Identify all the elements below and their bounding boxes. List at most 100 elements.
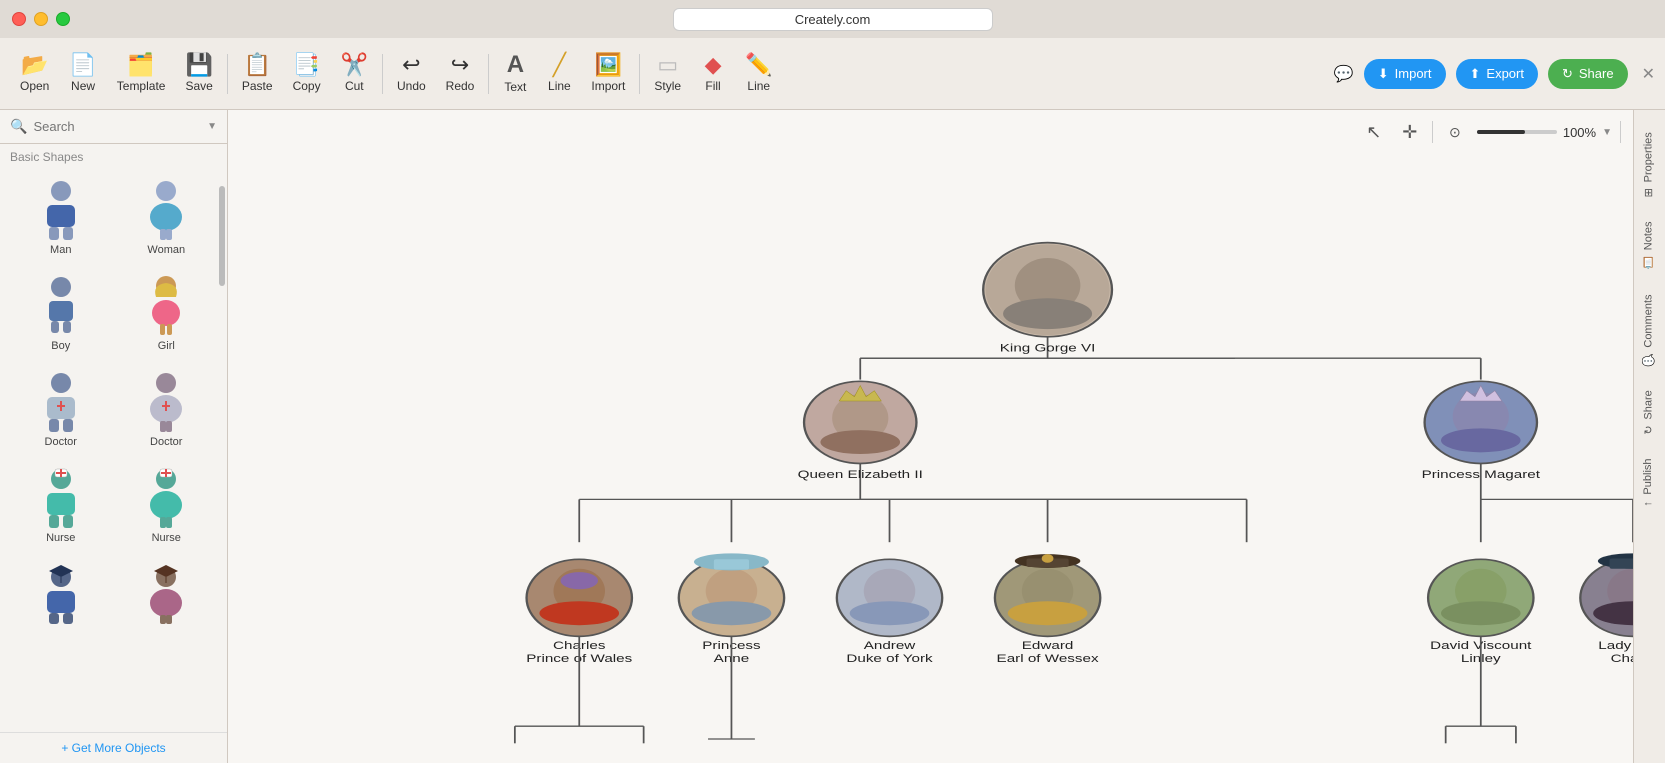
open-button[interactable]: 📂 Open <box>10 48 59 99</box>
url-bar[interactable]: Creately.com <box>673 8 993 31</box>
redo-icon: ↪ <box>451 54 469 76</box>
right-panel: ⊞ Properties 📋 Notes 💬 Comments ↻ Share … <box>1633 110 1665 763</box>
man-figure <box>31 180 91 240</box>
text-label: Text <box>504 80 526 94</box>
shape-item-man[interactable]: Man <box>10 172 112 264</box>
doctor-f-label: Doctor <box>150 436 182 448</box>
doctor-m-figure <box>31 372 91 432</box>
publish-label: Publish <box>1642 459 1654 495</box>
pan-tool[interactable]: ✛ <box>1396 118 1424 146</box>
shape-item-nurse-f[interactable]: Nurse <box>116 460 218 552</box>
cut-icon: ✂️ <box>341 54 368 76</box>
paste-button[interactable]: 📋 Paste <box>232 48 283 99</box>
canvas-area[interactable]: ↖ ✛ ⊙ 100% ▼ <box>228 110 1633 763</box>
sara-label2: Chatto <box>1611 652 1633 665</box>
copy-button[interactable]: 📑 Copy <box>283 48 331 99</box>
get-more-objects[interactable]: + Get More Objects <box>0 732 227 763</box>
style-button[interactable]: ▭ Style <box>644 48 691 99</box>
shape-item-grad-f[interactable] <box>116 556 218 636</box>
undo-icon: ↩ <box>402 54 420 76</box>
comments-tab[interactable]: 💬 Comments <box>1636 282 1664 379</box>
import-tool-button[interactable]: 🖼️ Import <box>581 48 635 99</box>
shape-item-nurse-m[interactable]: Nurse <box>10 460 112 552</box>
share-button[interactable]: ↻ Share <box>1548 59 1628 89</box>
share-tab[interactable]: ↻ Share <box>1636 378 1664 447</box>
andrew-label: Andrew <box>864 639 916 652</box>
nurse-f-figure <box>136 468 196 528</box>
woman-label: Woman <box>147 244 185 256</box>
shape-item-woman[interactable]: Woman <box>116 172 218 264</box>
undo-label: Undo <box>397 79 426 93</box>
chat-icon[interactable]: 💬 <box>1334 64 1354 84</box>
shape-item-grad-m[interactable] <box>10 556 112 636</box>
redo-label: Redo <box>446 79 475 93</box>
girl-figure <box>136 276 196 336</box>
edward-label2: Earl of Wessex <box>997 652 1099 665</box>
main-area: 🔍 ▼ Basic Shapes Man <box>0 110 1665 763</box>
import-btn-label: Import <box>1395 66 1432 81</box>
save-label: Save <box>185 79 212 93</box>
notes-icon: 📋 <box>1642 256 1655 269</box>
title-bar: Creately.com <box>0 0 1665 38</box>
line-label: Line <box>548 79 571 93</box>
boy-label: Boy <box>51 340 70 352</box>
undo-button[interactable]: ↩ Undo <box>387 48 436 99</box>
style-icon: ▭ <box>657 54 678 76</box>
nurse-m-figure <box>31 468 91 528</box>
toolbar-separator-4 <box>639 54 640 94</box>
grad-f-figure <box>136 564 196 624</box>
notes-tab[interactable]: 📋 Notes <box>1636 209 1664 281</box>
search-input[interactable] <box>33 119 201 134</box>
search-expand-icon[interactable]: ▼ <box>207 121 217 132</box>
grad-m-figure <box>31 564 91 624</box>
close-button[interactable]: ✕ <box>1642 64 1655 84</box>
zoom-slider[interactable] <box>1477 130 1557 134</box>
new-icon: 📄 <box>69 54 96 76</box>
text-button[interactable]: A Text <box>493 47 537 100</box>
shape-item-girl[interactable]: Girl <box>116 268 218 360</box>
zoom-center-icon: ⊙ <box>1441 118 1469 146</box>
close-traffic-light[interactable] <box>12 12 26 26</box>
save-button[interactable]: 💾 Save <box>175 48 222 99</box>
minimize-traffic-light[interactable] <box>34 12 48 26</box>
maximize-traffic-light[interactable] <box>56 12 70 26</box>
cut-button[interactable]: ✂️ Cut <box>331 48 378 99</box>
line2-label: Line <box>747 79 770 93</box>
template-button[interactable]: 🗂️ Template <box>107 48 176 99</box>
line2-button[interactable]: ✏️ Line <box>735 48 782 99</box>
toolbar-separator-2 <box>382 54 383 94</box>
share-refresh-icon: ↻ <box>1562 66 1573 82</box>
select-tool[interactable]: ↖ <box>1360 118 1388 146</box>
andrew-label2: Duke of York <box>846 652 933 665</box>
zoom-control: 100% ▼ <box>1477 125 1612 140</box>
line-button[interactable]: ╱ Line <box>537 48 581 99</box>
toolbar: 📂 Open 📄 New 🗂️ Template 💾 Save 📋 Paste … <box>0 38 1665 110</box>
doctor-m-label: Doctor <box>45 436 77 448</box>
scroll-indicator[interactable] <box>219 186 225 286</box>
import-button[interactable]: ⬇ Import <box>1364 59 1446 89</box>
shape-item-boy[interactable]: Boy <box>10 268 112 360</box>
comments-icon: 💬 <box>1642 353 1655 366</box>
shape-item-doctor-m[interactable]: Doctor <box>10 364 112 456</box>
zoom-dropdown-icon[interactable]: ▼ <box>1602 127 1612 138</box>
fill-button[interactable]: ◆ Fill <box>691 48 735 99</box>
template-label: Template <box>117 79 166 93</box>
new-button[interactable]: 📄 New <box>59 48 106 99</box>
publish-tab[interactable]: ↑ Publish <box>1636 447 1663 519</box>
properties-label: Properties <box>1642 132 1654 182</box>
search-bar: 🔍 ▼ <box>0 110 227 144</box>
save-icon: 💾 <box>185 54 212 76</box>
properties-tab[interactable]: ⊞ Properties <box>1636 120 1664 209</box>
redo-button[interactable]: ↪ Redo <box>436 48 485 99</box>
nurse-f-label: Nurse <box>152 532 181 544</box>
export-button[interactable]: ⬆ Export <box>1456 59 1538 89</box>
search-icon: 🔍 <box>10 118 27 135</box>
man-label: Man <box>50 244 71 256</box>
share-tab-icon: ↻ <box>1642 426 1655 435</box>
template-icon: 🗂️ <box>127 54 154 76</box>
copy-icon: 📑 <box>293 54 320 76</box>
toolbar-right: 💬 ⬇ Import ⬆ Export ↻ Share ✕ <box>1334 59 1655 89</box>
publish-icon: ↑ <box>1642 501 1654 507</box>
shape-item-doctor-f[interactable]: Doctor <box>116 364 218 456</box>
toolbar-separator-3 <box>488 54 489 94</box>
